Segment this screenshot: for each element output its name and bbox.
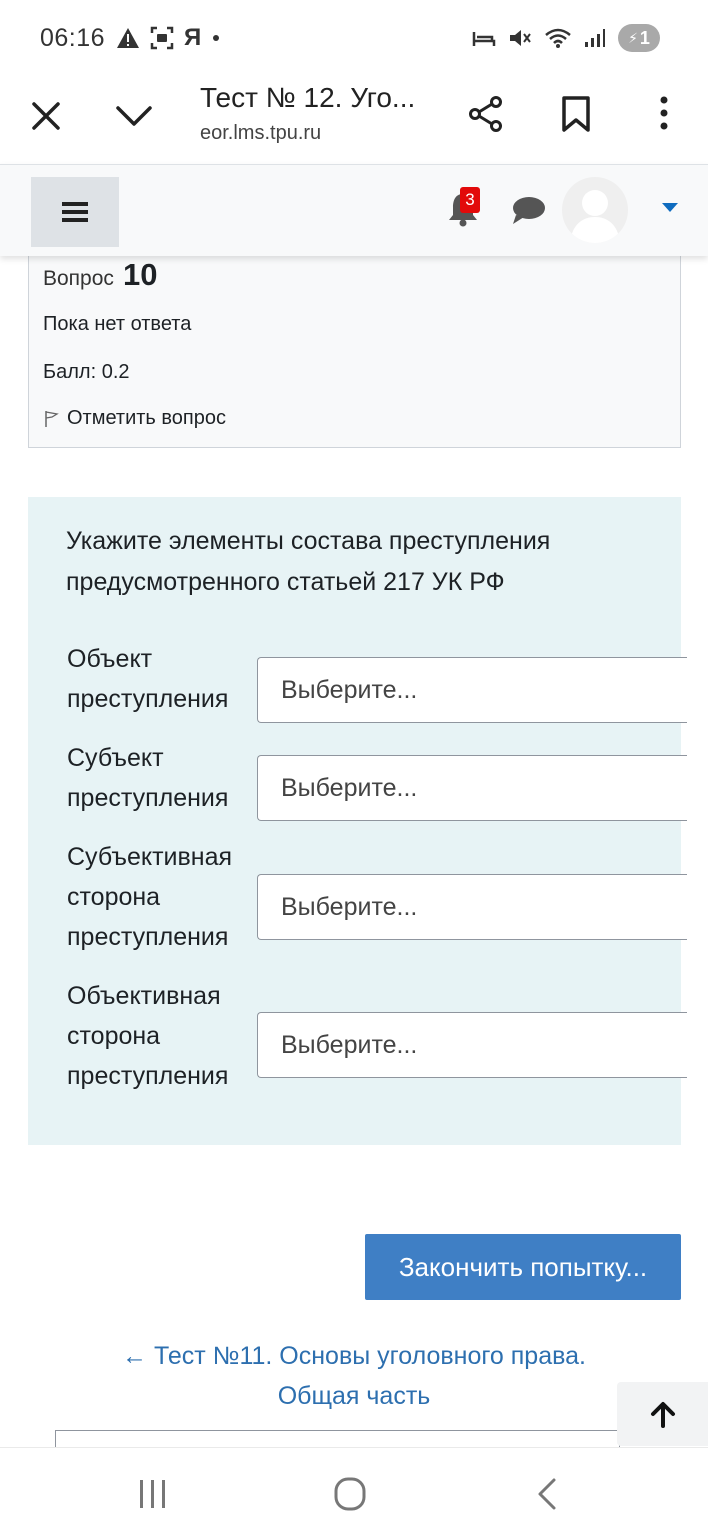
previous-activity-link[interactable]: ← Тест №11. Основы уголовного права. Общ… (80, 1336, 628, 1416)
page-title[interactable]: Тест № 12. Уго... (200, 82, 415, 114)
status-left-indicators: Я (116, 24, 221, 52)
browser-toolbar: Тест № 12. Уго... eor.lms.tpu.ru (0, 78, 708, 164)
question-text: Укажите элементы состава преступления пр… (66, 527, 551, 596)
user-placeholder-icon (570, 190, 620, 243)
match-select-object[interactable]: Выберите... (257, 657, 687, 723)
question-state: Пока нет ответа (43, 313, 192, 335)
recent-apps-icon[interactable] (133, 1476, 173, 1512)
yandex-icon: Я (184, 24, 202, 51)
screenshot-icon (150, 26, 174, 50)
battery-indicator: ⚡ 1 (618, 24, 660, 52)
match-label-object: Объект преступления (67, 645, 229, 713)
sleep-icon (472, 32, 496, 46)
question-content: Укажите элементы состава преступления пр… (28, 497, 687, 1145)
flag-question-label: Отметить вопрос (67, 407, 226, 429)
question-info-panel: Вопрос 10 Пока нет ответа Балл: 0.2 Отме… (28, 240, 681, 448)
user-avatar[interactable] (562, 177, 628, 243)
chevron-down-icon[interactable] (114, 96, 154, 136)
match-select-subjective-side[interactable]: Выберите... (257, 874, 687, 940)
signal-icon (585, 29, 605, 47)
mute-icon (510, 30, 531, 46)
charging-icon: ⚡ (628, 29, 638, 46)
status-bar: 06:16 Я ⚡ 1 (0, 0, 708, 78)
menu-toggle-button[interactable] (31, 177, 119, 247)
close-icon[interactable] (26, 96, 66, 136)
match-label-subject: Субъект преступления (67, 744, 229, 812)
arrow-up-icon (650, 1402, 675, 1428)
hamburger-icon (62, 202, 88, 222)
battery-level: 1 (639, 27, 650, 48)
wifi-icon (545, 28, 571, 48)
notification-count-badge: 3 (460, 187, 480, 213)
match-label-subjective-side: Субъективная сторона преступления (67, 843, 233, 951)
flag-question-link[interactable]: Отметить вопрос (43, 407, 226, 430)
match-select-objective-side[interactable]: Выберите... (257, 1012, 687, 1078)
question-label: Вопрос (43, 267, 114, 290)
share-icon[interactable] (466, 94, 506, 134)
android-navigation-bar (0, 1447, 708, 1536)
question-number: 10 (123, 257, 158, 292)
match-label-objective-side: Объективная сторона преступления (67, 982, 229, 1090)
warning-icon (117, 28, 139, 48)
more-vertical-icon[interactable] (644, 94, 684, 134)
site-navbar: 3 (0, 164, 708, 256)
status-time: 06:16 (40, 24, 106, 52)
flag-icon (45, 410, 59, 427)
back-to-top-button[interactable] (617, 1382, 708, 1446)
match-select-subject[interactable]: Выберите... (257, 755, 687, 821)
back-icon[interactable] (528, 1476, 568, 1512)
dot-icon (213, 35, 220, 41)
question-grade: Балл: 0.2 (43, 361, 130, 383)
chat-icon[interactable] (510, 195, 546, 225)
page-url[interactable]: eor.lms.tpu.ru (200, 122, 321, 145)
home-icon[interactable] (330, 1476, 370, 1512)
user-menu-caret-icon[interactable] (662, 203, 678, 212)
finish-attempt-button[interactable]: Закончить попытку... (365, 1234, 681, 1300)
bookmark-icon[interactable] (556, 94, 596, 134)
status-right-indicators: ⚡ 1 (472, 24, 660, 52)
